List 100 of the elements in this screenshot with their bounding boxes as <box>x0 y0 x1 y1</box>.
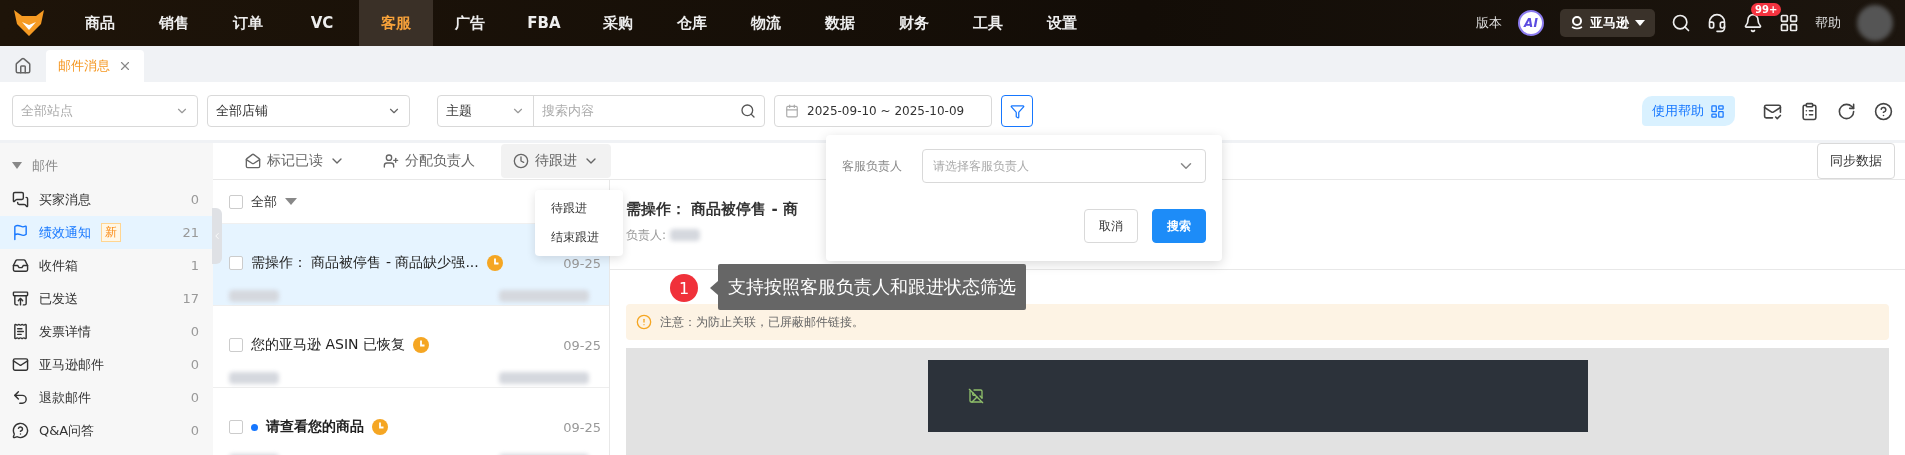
folder-icon <box>12 323 29 340</box>
nav-item[interactable]: 物流 <box>729 0 803 46</box>
close-icon[interactable] <box>118 59 132 73</box>
sidebar-item[interactable]: 退款邮件 0 <box>0 381 213 414</box>
new-tag: 新 <box>101 223 121 242</box>
folder-icon <box>12 356 29 373</box>
refresh-icon[interactable] <box>1837 101 1856 121</box>
toolbar-button[interactable]: 分配负责人 <box>371 144 487 178</box>
checkbox[interactable] <box>229 256 243 270</box>
help-icon[interactable] <box>1874 101 1893 121</box>
email-title: 需操作： 商品被停售 - 商 <box>626 200 799 219</box>
caret-icon <box>12 162 22 170</box>
sidebar-item[interactable]: 已发送 17 <box>0 282 213 315</box>
sync-button[interactable]: 同步数据 <box>1817 143 1895 179</box>
chevron-left-icon <box>212 231 222 241</box>
nav-item[interactable]: 设置 <box>1025 0 1099 46</box>
checkbox[interactable] <box>229 420 243 434</box>
checkbox[interactable] <box>229 194 243 209</box>
blurred-block <box>229 372 279 384</box>
action-icon <box>245 153 261 169</box>
sidebar-item[interactable]: 绩效通知 新 21 <box>0 216 213 249</box>
folder-icon <box>12 191 29 208</box>
notification-badge: 99+ <box>1751 3 1782 16</box>
sidebar-item[interactable]: 发票详情 0 <box>0 315 213 348</box>
collapse-handle[interactable] <box>212 208 222 264</box>
version-link[interactable]: 版本 <box>1476 14 1502 32</box>
headset-icon[interactable] <box>1707 13 1727 33</box>
nav-item[interactable]: 工具 <box>951 0 1025 46</box>
mail-link-icon[interactable] <box>1763 101 1782 121</box>
owner-label: 负责人: <box>626 226 667 244</box>
nav-item[interactable]: 仓库 <box>655 0 729 46</box>
toolbar-button[interactable]: 标记已读 <box>233 144 357 178</box>
message-date: 09-25 <box>563 255 601 271</box>
message-title: 需操作： 商品被停售 - 商品缺少强... <box>251 254 479 272</box>
date-range-field[interactable]: 2025-09-10 ~ 2025-10-09 <box>774 95 992 127</box>
sidebar-item[interactable]: 亚马逊邮件 0 <box>0 348 213 381</box>
folder-label: Q&A问答 <box>39 421 95 440</box>
nav-item[interactable]: 销售 <box>137 0 211 46</box>
calendar-icon <box>785 104 799 118</box>
filter-button[interactable] <box>1001 95 1033 127</box>
caret-icon <box>1635 20 1645 26</box>
folder-count: 17 <box>182 291 199 306</box>
warning-icon <box>636 314 652 330</box>
folder-icon <box>12 290 29 307</box>
menu-item[interactable]: 待跟进 <box>535 194 623 223</box>
clock-icon <box>412 337 429 353</box>
folder-count: 0 <box>190 390 199 405</box>
folder-icon <box>12 224 29 241</box>
select-all-label: 全部 <box>251 192 277 211</box>
clipboard-icon[interactable] <box>1800 101 1819 121</box>
shop-select[interactable]: 全部店铺 <box>207 95 410 127</box>
caret-icon[interactable] <box>285 197 297 206</box>
home-icon[interactable] <box>14 57 32 75</box>
message-date: 09-25 <box>563 337 601 353</box>
message-title: 请查看您的商品 <box>266 418 364 436</box>
nav-item[interactable]: 采购 <box>581 0 655 46</box>
checkbox[interactable] <box>229 338 243 352</box>
bell-icon[interactable] <box>1743 13 1763 33</box>
action-icon <box>383 153 399 169</box>
platform-selector[interactable]: 亚马逊 <box>1560 9 1655 37</box>
nav-item[interactable]: 订单 <box>211 0 285 46</box>
annotation-tooltip: 支持按照客服负责人和跟进状态筛选 <box>718 264 1026 310</box>
nav-item[interactable]: 财务 <box>877 0 951 46</box>
nav-item[interactable]: 客服 <box>359 0 433 46</box>
toolbar-button[interactable]: 待跟进 <box>501 144 611 178</box>
sidebar-item[interactable]: 买家消息 0 <box>0 183 213 216</box>
nav-item[interactable]: 商品 <box>63 0 137 46</box>
action-icon <box>513 153 529 169</box>
blurred-block <box>670 229 701 241</box>
folder-icon <box>12 389 29 406</box>
notice-text: 注意：为防止关联，已屏蔽邮件链接。 <box>660 313 864 331</box>
folder-label: 买家消息 <box>39 190 91 209</box>
clock-icon <box>486 255 503 271</box>
ai-button[interactable]: AI <box>1518 10 1544 36</box>
funnel-icon <box>1009 103 1025 119</box>
folder-label: 退款邮件 <box>39 388 91 407</box>
nav-item[interactable]: 广告 <box>433 0 507 46</box>
nav-item[interactable]: 数据 <box>803 0 877 46</box>
sidebar-item[interactable]: 收件箱 1 <box>0 249 213 282</box>
nav-item[interactable]: FBA <box>507 0 581 46</box>
usage-help-button[interactable]: 使用帮助 <box>1642 96 1735 126</box>
clock-icon <box>372 419 388 435</box>
search-icon[interactable] <box>1671 13 1691 33</box>
fox-logo-icon <box>12 8 46 38</box>
apps-icon[interactable] <box>1779 13 1799 33</box>
folder-count: 0 <box>190 357 199 372</box>
avatar[interactable] <box>1857 5 1893 41</box>
folder-count: 21 <box>182 225 199 240</box>
help-link[interactable]: 帮助 <box>1815 14 1841 32</box>
folder-count: 0 <box>190 192 199 207</box>
nav-item[interactable]: VC <box>285 0 359 46</box>
message-date: 09-25 <box>563 419 601 435</box>
folder-label: 发票详情 <box>39 322 91 341</box>
folder-icon <box>12 257 29 274</box>
sidebar-header[interactable]: 邮件 <box>0 149 213 183</box>
cancel-button[interactable]: 取消 <box>1084 209 1138 243</box>
field-label: 客服负责人 <box>842 157 902 175</box>
section-title: 邮件 <box>32 157 58 175</box>
sidebar-item[interactable]: Q&A问答 0 <box>0 414 213 447</box>
folder-label: 亚马逊邮件 <box>39 355 104 374</box>
